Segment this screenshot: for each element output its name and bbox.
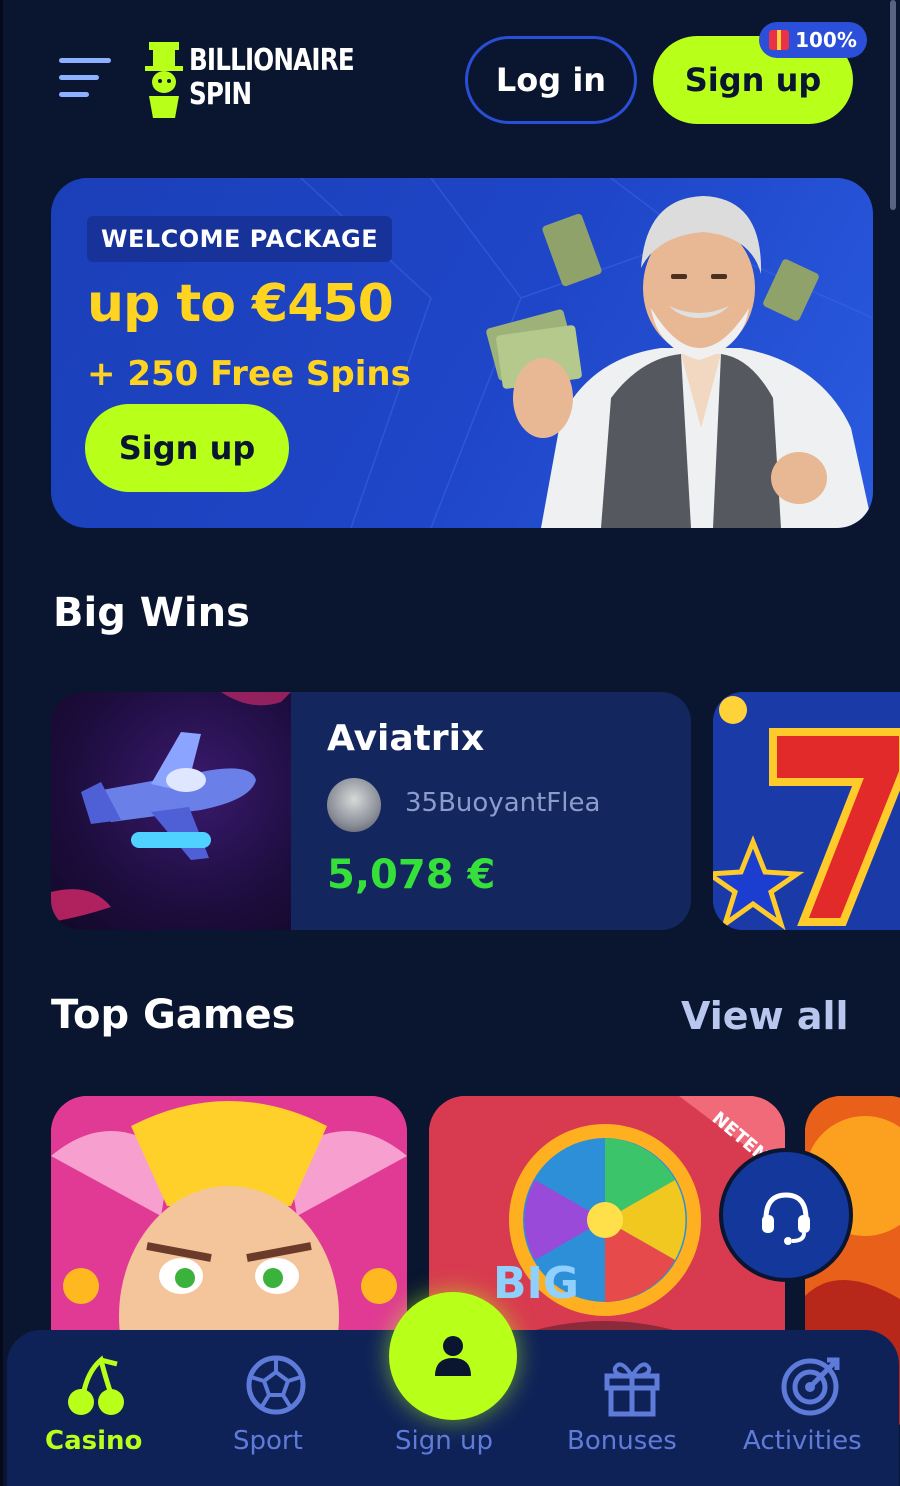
lucky-seven-thumbnail [713,692,900,930]
logo-mascot-icon [145,42,183,118]
nav-activities[interactable]: Activities [737,1330,887,1486]
plane-illustration [51,692,291,922]
view-all-link[interactable]: View all [681,994,849,1038]
nav-sport-label: Sport [233,1426,303,1456]
soccer-ball-icon [246,1355,306,1415]
nav-casino-label: Casino [45,1426,143,1456]
user-avatar [327,778,381,832]
big-win-card-next[interactable] [713,692,900,930]
big-wins-title: Big Wins [53,590,250,636]
big-win-card[interactable]: Aviatrix 35BuoyantFlea 5,078 € [51,692,691,930]
target-icon [781,1357,840,1416]
welcome-package-tag: WELCOME PACKAGE [87,216,393,262]
billionaire-character-illustration [486,196,873,528]
cherries-icon [68,1355,124,1415]
nav-sport[interactable]: Sport [207,1330,347,1486]
win-username: 35BuoyantFlea [405,788,601,818]
welcome-banner[interactable]: WELCOME PACKAGE up to €450 + 250 Free Sp… [51,178,873,528]
banner-signup-button[interactable]: Sign up [85,404,289,492]
support-chat-button[interactable] [719,1148,853,1282]
nav-bonuses-label: Bonuses [567,1426,677,1456]
win-game-name: Aviatrix [327,718,485,759]
signup-fab-button[interactable] [389,1292,517,1420]
login-button[interactable]: Log in [465,36,637,124]
header: BILLIONAIRE SPIN Log in Sign up 100% [3,0,900,160]
headset-icon [762,1192,810,1245]
logo[interactable]: BILLIONAIRE SPIN [143,40,355,120]
nav-activities-label: Activities [743,1426,862,1456]
aviatrix-thumbnail [51,692,291,930]
signup-badge-text: 100% [795,28,857,52]
big-label: BIG [493,1258,579,1309]
nav-signup-label: Sign up [395,1426,493,1456]
banner-free-spins: + 250 Free Spins [87,354,411,394]
user-icon [435,1336,471,1376]
gift-icon [604,1362,660,1417]
top-games-title: Top Games [51,992,296,1038]
nav-casino[interactable]: Casino [21,1330,171,1486]
hamburger-menu-icon[interactable] [59,58,111,100]
banner-amount: up to €450 [87,274,394,334]
nav-bonuses[interactable]: Bonuses [563,1330,703,1486]
logo-text: BILLIONAIRE SPIN [189,43,355,112]
gift-badge-icon [769,30,790,50]
win-amount: 5,078 € [327,852,496,898]
signup-bonus-badge: 100% [759,22,867,58]
page: BILLIONAIRE SPIN Log in Sign up 100% WEL… [0,0,900,1486]
